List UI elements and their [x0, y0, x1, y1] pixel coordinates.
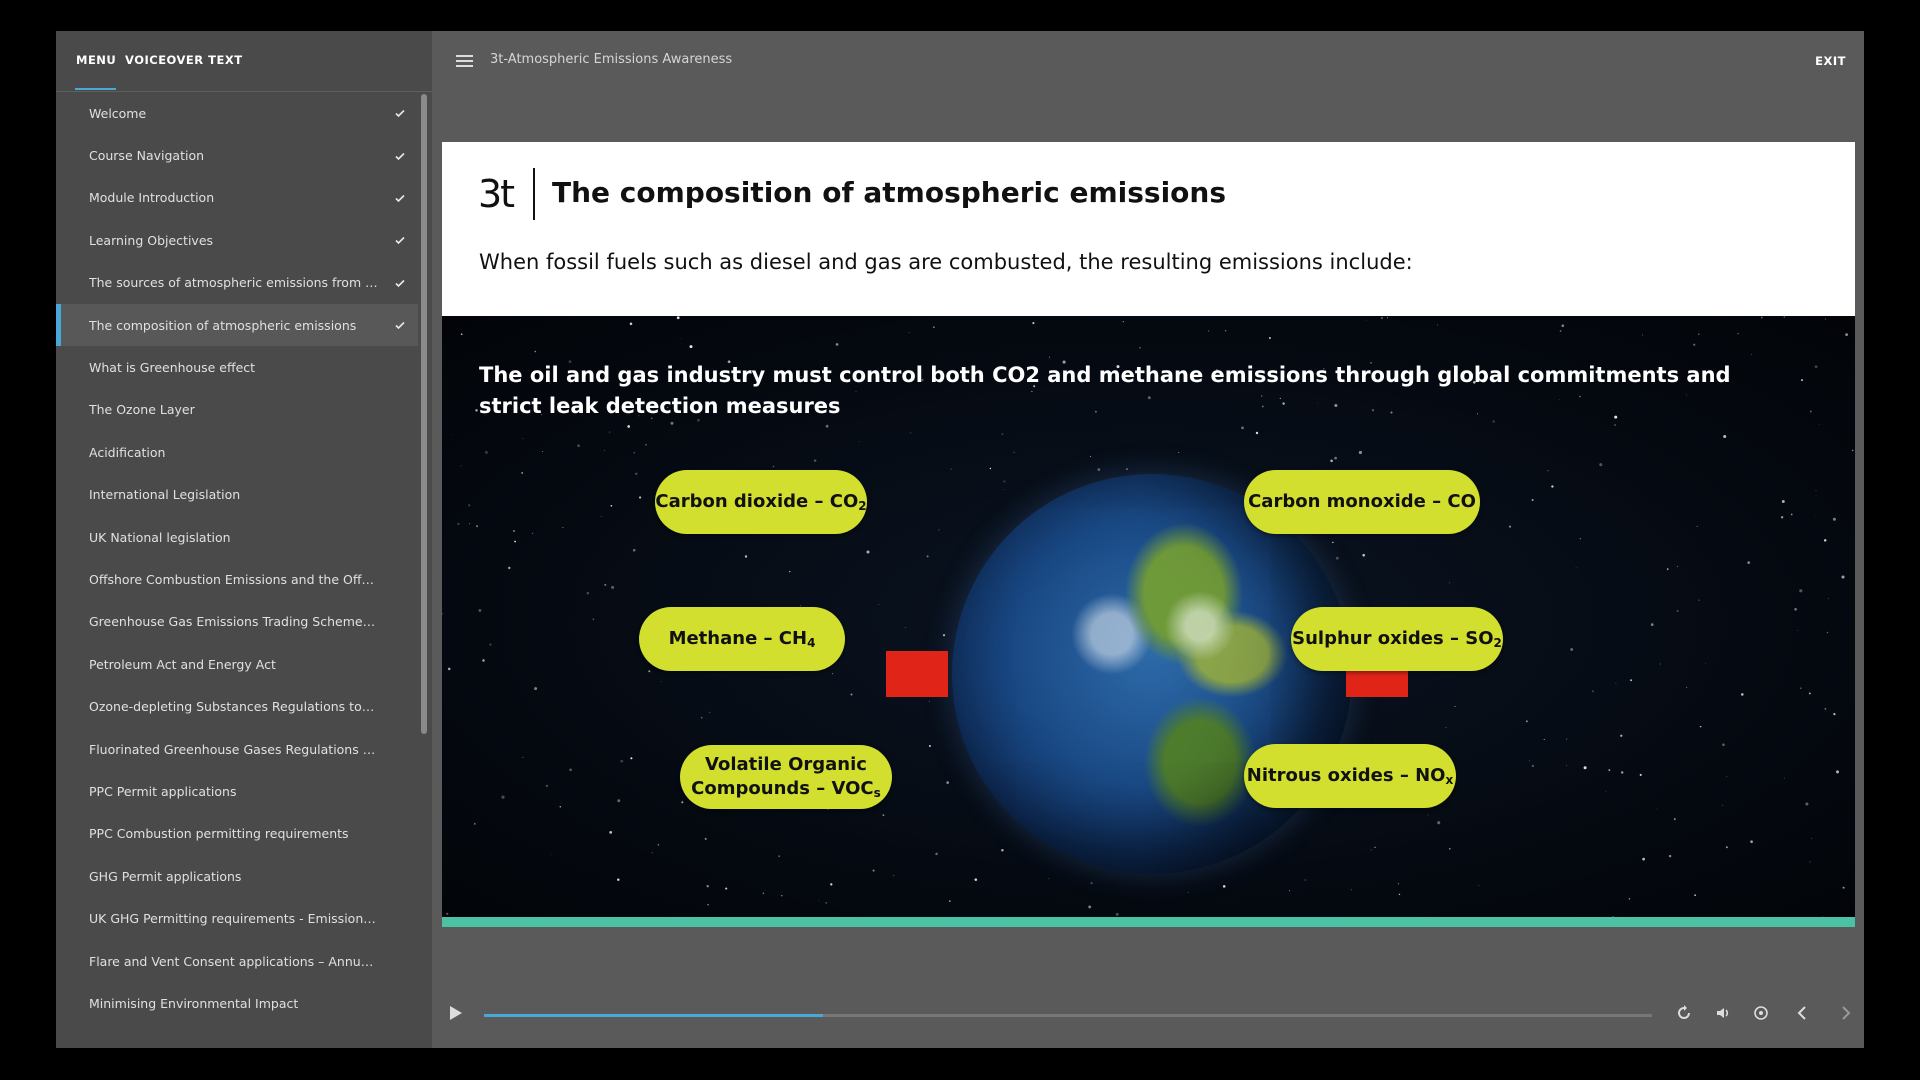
menu-item-label: The composition of atmospheric emissions — [89, 317, 357, 333]
menu-item-label: Welcome — [89, 105, 147, 121]
replay-icon[interactable] — [1673, 1005, 1695, 1027]
checkmark-icon — [395, 194, 405, 203]
slide-subtitle: When fossil fuels such as diesel and gas… — [479, 250, 1413, 274]
menu-item[interactable]: Ozone-depleting Substances Regulations t… — [56, 685, 418, 727]
tab-voiceover-text[interactable]: VOICEOVER TEXT — [125, 53, 243, 67]
menu-item-label: UK GHG Permitting requirements - Emissio… — [89, 911, 378, 927]
sidebar: MENU VOICEOVER TEXT Welcome Course Naviga… — [56, 31, 432, 1048]
tab-menu[interactable]: MENU — [76, 53, 116, 67]
active-tab-indicator — [75, 88, 116, 90]
slide-header: 3t The composition of atmospheric emissi… — [442, 142, 1855, 316]
top-bar: 3t-Atmospheric Emissions Awareness EXIT — [432, 31, 1864, 91]
hamburger-menu-icon[interactable] — [456, 55, 473, 68]
menu-item[interactable]: The Ozone Layer — [56, 389, 418, 431]
menu-item-label: UK National legislation — [89, 529, 231, 545]
checkmark-icon — [395, 237, 405, 245]
menu-item-label: Acidification — [89, 444, 166, 460]
emission-so2-label: Sulphur oxides – SO2 — [1292, 628, 1502, 650]
play-icon[interactable] — [450, 1006, 462, 1020]
emission-ch4-button[interactable]: Methane – CH4 — [639, 607, 845, 671]
menu-item[interactable]: UK National legislation — [56, 516, 418, 558]
exit-button[interactable]: EXIT — [1815, 54, 1846, 68]
menu-item[interactable]: GHG Permit applications — [56, 855, 418, 897]
menu-item-label: PPC Combustion permitting requirements — [89, 826, 349, 842]
emission-co2-label: Carbon dioxide – CO2 — [655, 491, 867, 513]
checkmark-icon — [395, 279, 405, 287]
previous-icon[interactable] — [1791, 1005, 1813, 1027]
menu-item-label: Minimising Environmental Impact — [89, 995, 299, 1011]
menu-item-label: The Ozone Layer — [89, 402, 195, 418]
menu-item[interactable]: Module Introduction — [56, 177, 418, 219]
slide-intro-text: The oil and gas industry must control bo… — [479, 363, 1731, 418]
menu-item-label: What is Greenhouse effect — [89, 360, 256, 376]
emission-co2-button[interactable]: Carbon dioxide – CO2 — [655, 470, 867, 534]
checkmark-icon — [395, 110, 405, 118]
menu-item[interactable]: Petroleum Act and Energy Act — [56, 643, 418, 685]
menu-item-label: Module Introduction — [89, 190, 215, 206]
emission-co-label: Carbon monoxide – CO — [1248, 491, 1476, 512]
progress-fill — [484, 1014, 823, 1017]
menu-item-label: Flare and Vent Consent applications – An… — [89, 953, 378, 969]
menu-item[interactable]: The sources of atmospheric emissions fro… — [56, 262, 418, 304]
slide-title: The composition of atmospheric emissions — [552, 176, 1226, 209]
logo-divider — [533, 168, 535, 220]
slide: 3t The composition of atmospheric emissi… — [442, 142, 1855, 927]
menu-item-label: Greenhouse Gas Emissions Trading Scheme … — [89, 614, 378, 630]
menu-item-label: Offshore Combustion Emissions and the Of… — [89, 571, 378, 587]
sidebar-scrollbar[interactable] — [421, 94, 427, 734]
marker-left — [886, 651, 948, 697]
emission-nox-button[interactable]: Nitrous oxides – NOx — [1244, 744, 1456, 808]
menu-item[interactable]: Acidification — [56, 431, 418, 473]
emission-voc-button[interactable]: Volatile Organic Compounds – VOCs — [680, 745, 892, 809]
volume-icon[interactable] — [1712, 1005, 1734, 1027]
menu-item-label: Petroleum Act and Energy Act — [89, 656, 276, 672]
captions-icon[interactable] — [1750, 1005, 1772, 1027]
earth-image — [952, 474, 1352, 874]
checkmark-icon — [395, 322, 405, 330]
menu-item[interactable]: Welcome — [56, 92, 418, 134]
menu-item[interactable]: Minimising Environmental Impact — [56, 982, 418, 1024]
menu-item[interactable]: Course Navigation — [56, 134, 418, 176]
next-icon[interactable] — [1835, 1005, 1857, 1027]
menu-item[interactable]: Greenhouse Gas Emissions Trading Scheme … — [56, 601, 418, 643]
menu-item[interactable]: What is Greenhouse effect — [56, 346, 418, 388]
emission-ch4-label: Methane – CH4 — [668, 628, 816, 650]
checkmark-icon — [395, 152, 405, 160]
menu-item-label: The sources of atmospheric emissions fro… — [89, 275, 378, 291]
player-controls — [432, 991, 1864, 1041]
menu-item-label: GHG Permit applications — [89, 868, 242, 884]
menu-item[interactable]: Flare and Vent Consent applications – An… — [56, 940, 418, 982]
menu-item[interactable]: Learning Objectives — [56, 219, 418, 261]
menu-item-label: Fluorinated Greenhouse Gases Regulations… — [89, 741, 378, 757]
menu-item-label: Course Navigation — [89, 148, 205, 164]
menu-item-label: International Legislation — [89, 487, 241, 503]
menu-item[interactable]: PPC Permit applications — [56, 770, 418, 812]
slide-accent-bar — [442, 917, 1855, 927]
menu-item[interactable]: UK GHG Permitting requirements - Emissio… — [56, 897, 418, 939]
menu-item[interactable]: International Legislation — [56, 474, 418, 516]
emission-voc-label: Volatile Organic Compounds – VOCs — [691, 754, 881, 800]
menu-list: Welcome Course Navigation Module Introduct… — [56, 92, 418, 1048]
emission-co-button[interactable]: Carbon monoxide – CO — [1244, 470, 1480, 534]
menu-item[interactable]: Fluorinated Greenhouse Gases Regulations… — [56, 728, 418, 770]
app-window: MENU VOICEOVER TEXT Welcome Course Naviga… — [56, 31, 1864, 1048]
progress-track[interactable] — [484, 1014, 1652, 1017]
menu-item[interactable]: The composition of atmospheric emissions — [56, 303, 418, 347]
menu-item-label: Ozone-depleting Substances Regulations t… — [89, 699, 378, 715]
emission-so2-button[interactable]: Sulphur oxides – SO2 — [1291, 607, 1503, 671]
brand-logo: 3t — [478, 172, 515, 216]
menu-item[interactable]: Offshore Combustion Emissions and the Of… — [56, 558, 418, 600]
menu-item-label: Learning Objectives — [89, 232, 214, 248]
menu-item-label: PPC Permit applications — [89, 783, 237, 799]
menu-item[interactable]: PPC Combustion permitting requirements — [56, 813, 418, 855]
course-title: 3t-Atmospheric Emissions Awareness — [490, 52, 733, 67]
sidebar-tabs: MENU VOICEOVER TEXT — [56, 31, 432, 92]
emission-nox-label: Nitrous oxides – NOx — [1246, 765, 1454, 787]
space-background: The oil and gas industry must control bo… — [442, 316, 1855, 927]
